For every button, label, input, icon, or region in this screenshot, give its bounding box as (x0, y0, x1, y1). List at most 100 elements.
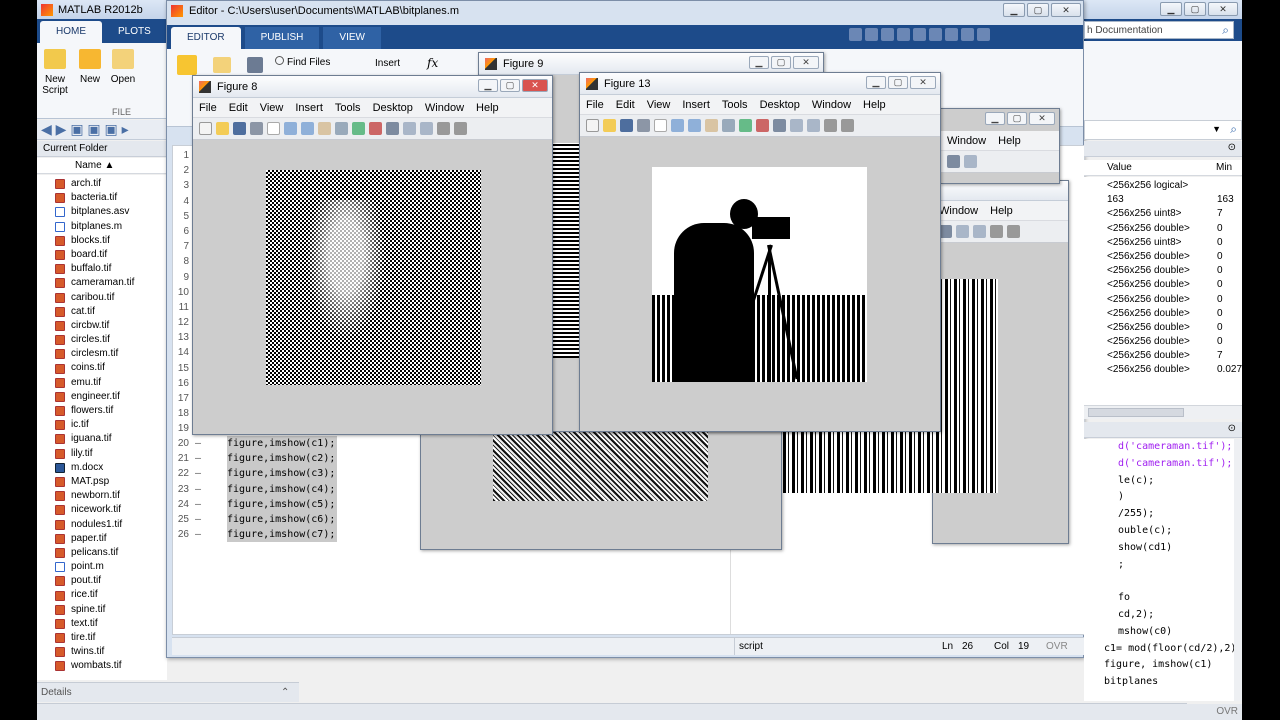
history-line[interactable]: d('cameraman.tif'); (1118, 456, 1234, 473)
workspace-row[interactable]: <256x256 uint8> 7 (1107, 207, 1242, 221)
history-line[interactable]: ) (1118, 489, 1234, 506)
chevron-down-icon[interactable]: ▼ (1212, 124, 1221, 134)
breakpoint-dash[interactable]: – (189, 527, 207, 542)
history-line[interactable]: ouble(c); (1118, 523, 1234, 540)
hide-tools-icon[interactable] (437, 122, 450, 135)
menu-window[interactable]: Window (941, 135, 992, 147)
print-icon[interactable] (637, 119, 650, 132)
history-line[interactable]: bitplanes (1104, 674, 1234, 691)
menu-help[interactable]: Help (470, 102, 505, 114)
show-tools-icon[interactable] (1007, 225, 1020, 238)
col-value[interactable]: Value (1107, 160, 1132, 176)
save-icon[interactable] (233, 122, 246, 135)
column-name-header[interactable]: Name ▲ (37, 158, 167, 174)
folder-nav-bar[interactable]: ◀ ▶ ▣ ▣ ▣ ▸ (37, 120, 167, 140)
code-line[interactable]: 23– figure,imshow(c4); (173, 481, 338, 497)
history-line[interactable]: le(c); (1118, 473, 1234, 490)
workspace-row[interactable]: <256x256 double> 0 (1107, 264, 1242, 278)
workspace-scrollbar[interactable] (1084, 405, 1242, 419)
code-line[interactable]: 24– figure,imshow(c5); (173, 496, 338, 512)
colorbar-icon[interactable] (790, 119, 803, 132)
new-button[interactable]: New (77, 49, 103, 85)
print-icon[interactable] (250, 122, 263, 135)
show-tools-icon[interactable] (454, 122, 467, 135)
history-line[interactable]: cd,2); (1118, 607, 1234, 624)
close-icon[interactable]: ✕ (522, 79, 548, 92)
colorbar-icon[interactable] (964, 155, 977, 168)
rotate-icon[interactable] (335, 122, 348, 135)
search-icon[interactable]: ⌕ (1230, 122, 1237, 137)
hide-tools-icon[interactable] (990, 225, 1003, 238)
history-scrollbar[interactable] (1234, 439, 1242, 701)
history-line[interactable]: d('cameraman.tif'); (1118, 439, 1234, 456)
file-list-item[interactable]: ic.tif (55, 418, 134, 432)
file-list-item[interactable]: caribou.tif (55, 291, 134, 305)
figure-8-window[interactable]: Figure 8 ▁ ▢ ✕ File Edit View Insert Tools De… (192, 75, 553, 435)
code-line[interactable]: 20– figure,imshow(c1); (173, 436, 338, 452)
pan-icon[interactable] (318, 122, 331, 135)
data-cursor-icon[interactable] (352, 122, 365, 135)
menu-tools[interactable]: Tools (329, 102, 367, 114)
file-list-item[interactable]: twins.tif (55, 645, 134, 659)
open-button[interactable]: Open (109, 49, 137, 85)
menu-edit[interactable]: Edit (610, 99, 641, 111)
file-list-item[interactable]: lily.tif (55, 447, 134, 461)
scrollbar-thumb[interactable] (1088, 408, 1184, 417)
minimize-icon[interactable]: ▁ (478, 79, 498, 92)
maximize-icon[interactable]: ▢ (1184, 2, 1206, 16)
code-line[interactable]: 21– figure,imshow(c2); (173, 451, 338, 467)
workspace-row[interactable]: <256x256 double> 0 (1107, 335, 1242, 349)
tab-plots[interactable]: PLOTS (102, 21, 167, 43)
workspace-row[interactable]: <256x256 logical> (1107, 179, 1242, 193)
code-line[interactable]: 22– figure,imshow(c3); (173, 466, 338, 482)
file-list-item[interactable]: iguana.tif (55, 432, 134, 446)
menu-view[interactable]: View (254, 102, 290, 114)
find-files-button[interactable]: Find Files (275, 56, 330, 68)
file-list-item[interactable]: spine.tif (55, 603, 134, 617)
zoom-in-icon[interactable] (284, 122, 297, 135)
zoom-out-icon[interactable] (301, 122, 314, 135)
save-icon[interactable] (247, 57, 263, 73)
undo-icon[interactable] (913, 28, 926, 41)
data-cursor-icon[interactable] (739, 119, 752, 132)
workspace-row[interactable]: <256x256 double> 0.0275 (1107, 363, 1242, 377)
menu-window[interactable]: Window (806, 99, 857, 111)
file-list-item[interactable]: bitplanes.m (55, 220, 134, 234)
zoom-out-icon[interactable] (688, 119, 701, 132)
file-list-item[interactable]: newborn.tif (55, 489, 134, 503)
workspace-row[interactable]: <256x256 double> 0 (1107, 293, 1242, 307)
minimize-icon[interactable]: ▁ (866, 76, 886, 89)
close-icon[interactable]: ✕ (1029, 112, 1055, 125)
menu-help[interactable]: Help (984, 205, 1019, 217)
tab-editor[interactable]: EDITOR (171, 27, 241, 49)
save-icon[interactable] (849, 28, 862, 41)
file-list-item[interactable]: cat.tif (55, 305, 134, 319)
figure-13-window[interactable]: Figure 13 ▁ ▢ ✕ File Edit View Insert Tools D… (579, 72, 941, 432)
maximize-icon[interactable]: ▢ (1027, 3, 1049, 17)
file-list-item[interactable]: coins.tif (55, 361, 134, 375)
maximize-icon[interactable]: ▢ (1007, 112, 1027, 125)
pointer-icon[interactable] (654, 119, 667, 132)
code-line[interactable]: 26– figure,imshow(c7); (173, 527, 338, 543)
menu-file[interactable]: File (580, 99, 610, 111)
history-line[interactable]: show(cd1) (1118, 540, 1234, 557)
cut-icon[interactable] (865, 28, 878, 41)
file-list-item[interactable]: MAT.psp (55, 475, 134, 489)
history-line[interactable]: ; (1118, 557, 1234, 574)
switch-icon[interactable] (945, 28, 958, 41)
pan-icon[interactable] (705, 119, 718, 132)
menu-help[interactable]: Help (857, 99, 892, 111)
file-list-item[interactable]: engineer.tif (55, 390, 134, 404)
file-list-item[interactable]: bacteria.tif (55, 191, 134, 205)
search-input[interactable]: h Documentation (1087, 25, 1163, 36)
breakpoint-dash[interactable]: – (189, 497, 207, 512)
tab-view[interactable]: VIEW (323, 27, 381, 49)
menu-help[interactable]: Help (992, 135, 1027, 147)
file-list-item[interactable]: text.tif (55, 617, 134, 631)
print-icon[interactable] (947, 155, 960, 168)
menu-file[interactable]: File (193, 102, 223, 114)
file-list-item[interactable]: paper.tif (55, 532, 134, 546)
legend-icon[interactable] (973, 225, 986, 238)
workspace-row[interactable]: <256x256 uint8> 0 (1107, 236, 1242, 250)
file-list-item[interactable]: blocks.tif (55, 234, 134, 248)
